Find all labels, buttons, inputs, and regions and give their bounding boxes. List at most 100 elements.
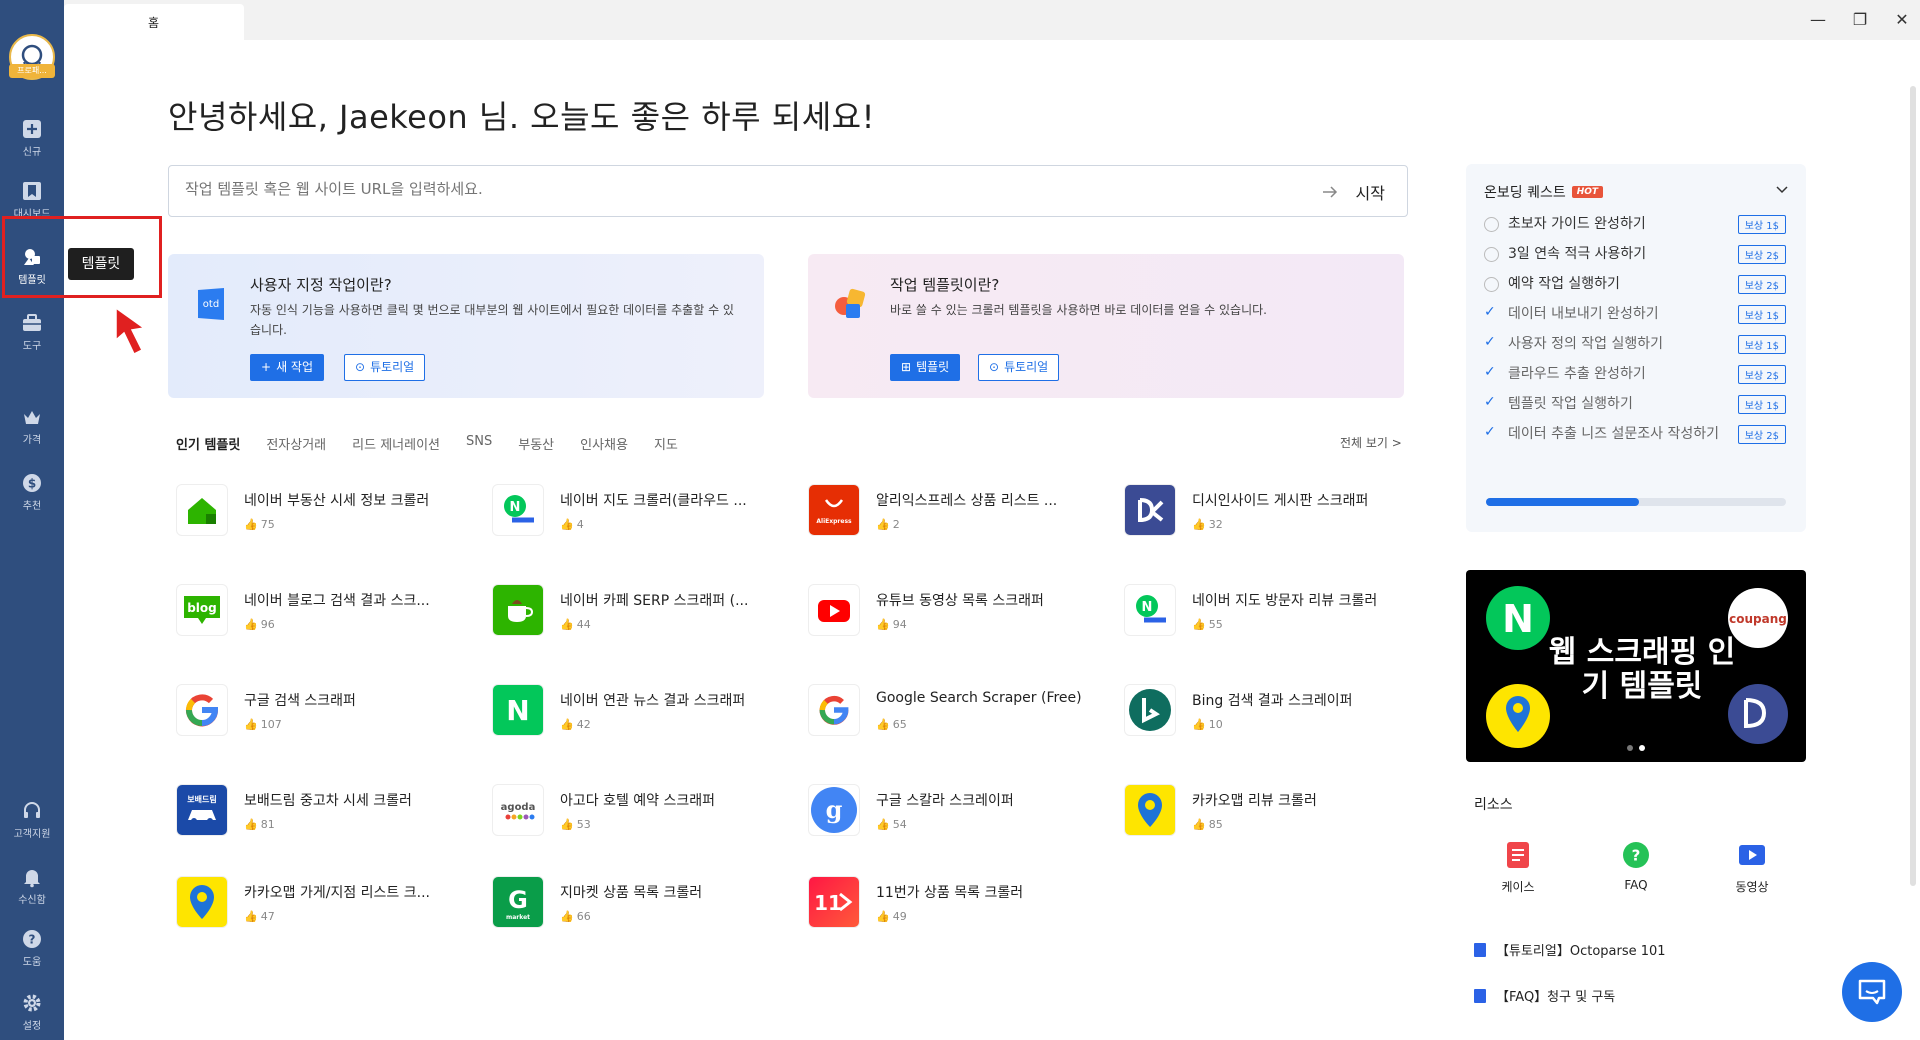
template-item[interactable]: Gmarket 지마켓 상품 목록 크롤러 👍 66 xyxy=(492,876,792,936)
sidebar-item-pricing[interactable]: 가격 xyxy=(0,406,64,446)
sidebar-item-label: 가격 xyxy=(22,435,42,446)
tutorial-button[interactable]: ⊙ 튜토리얼 xyxy=(978,354,1060,381)
promo-banner[interactable]: N coupang 웹 스크래핑 인기 템플릿 xyxy=(1466,570,1806,762)
bing-logo xyxy=(1124,684,1176,736)
play-circle-icon: ⊙ xyxy=(355,360,366,374)
thumbs-up-icon: 👍 xyxy=(876,618,890,631)
sidebar-item-tools[interactable]: 도구 xyxy=(0,312,64,352)
video-icon xyxy=(1739,845,1765,865)
page-title: 안녕하세요, Jaekeon 님. 오늘도 좋은 하루 되세요! xyxy=(168,98,875,136)
quest-item[interactable]: 3일 연속 적극 사용하기 보상 2$ xyxy=(1484,244,1790,266)
sidebar-item-dashboard[interactable]: 대시보드 xyxy=(0,180,64,220)
close-button[interactable]: ✕ xyxy=(1888,8,1916,32)
quest-item[interactable]: ✓ 사용자 정의 작업 실행하기 보상 1$ xyxy=(1484,334,1790,356)
sidebar-item-help[interactable]: ? 도움 xyxy=(0,928,64,968)
resource-videos[interactable]: 동영상 xyxy=(1712,840,1792,895)
chat-launcher-button[interactable] xyxy=(1842,962,1902,1022)
sidebar-item-inbox[interactable]: 수신함 xyxy=(0,866,64,906)
check-icon: ✓ xyxy=(1484,334,1496,350)
template-item[interactable]: N 네이버 지도 방문자 리뷰 크롤러 👍 55 xyxy=(1124,584,1424,644)
template-likes: 👍 47 xyxy=(244,910,275,923)
button-label: 튜토리얼 xyxy=(370,360,415,374)
sidebar-item-new[interactable]: 신규 xyxy=(0,118,64,158)
resource-link[interactable]: 【튜토리얼】Octoparse 101 xyxy=(1474,940,1666,959)
tab-home[interactable]: 홈 xyxy=(64,4,244,40)
restore-button[interactable]: ❐ xyxy=(1846,8,1874,32)
plus-icon: + xyxy=(261,360,272,374)
naver-news-logo: N xyxy=(492,684,544,736)
template-item[interactable]: 디시인사이드 게시판 스크래퍼 👍 32 xyxy=(1124,484,1424,544)
template-item[interactable]: 카카오맵 리뷰 크롤러 👍 85 xyxy=(1124,784,1424,844)
templates-button[interactable]: ⊞ 템플릿 xyxy=(890,354,961,381)
new-task-button[interactable]: + 새 작업 xyxy=(250,354,324,381)
template-item[interactable]: Google Search Scraper (Free) 👍 65 xyxy=(808,684,1108,744)
tab-real-estate[interactable]: 부동산 xyxy=(518,434,554,453)
template-name: 네이버 지도 크롤러(클라우드 ... xyxy=(560,493,747,509)
scrollbar[interactable] xyxy=(1910,86,1916,886)
quest-item[interactable]: ✓ 클라우드 추출 완성하기 보상 2$ xyxy=(1484,364,1790,386)
category-tabs: 인기 템플릿 전자상거래 리드 제너레이션 SNS 부동산 인사채용 지도 xyxy=(176,434,678,453)
template-item[interactable]: 유튜브 동영상 목록 스크래퍼 👍 94 xyxy=(808,584,1108,644)
resource-label: FAQ xyxy=(1624,878,1648,892)
bell-icon xyxy=(24,870,40,888)
reward-badge: 보상 2$ xyxy=(1737,245,1786,264)
tab-sns[interactable]: SNS xyxy=(466,434,492,453)
button-label: 템플릿 xyxy=(916,360,950,374)
template-item[interactable]: N 네이버 지도 크롤러(클라우드 ... 👍 4 xyxy=(492,484,792,544)
template-item[interactable]: Bing 검색 결과 스크레이퍼 👍 10 xyxy=(1124,684,1424,744)
quest-item[interactable]: ✓ 템플릿 작업 실행하기 보상 1$ xyxy=(1484,394,1790,416)
tab-ecommerce[interactable]: 전자상거래 xyxy=(266,434,326,453)
svg-text:G: G xyxy=(508,886,528,914)
svg-text:$: $ xyxy=(28,477,36,491)
toolbox-icon xyxy=(23,314,41,331)
template-item[interactable]: 네이버 카페 SERP 스크래퍼 (... 👍 44 xyxy=(492,584,792,644)
template-likes: 👍 66 xyxy=(560,910,591,923)
template-item[interactable]: 보배드림 보배드림 중고차 시세 크롤러 👍 81 xyxy=(176,784,476,844)
quest-progress-fill xyxy=(1486,498,1639,506)
thumbs-up-icon: 👍 xyxy=(1192,718,1206,731)
see-all-link[interactable]: 전체 보기 > xyxy=(1340,434,1402,451)
template-name: 아고다 호텔 예약 스크래퍼 xyxy=(560,793,716,809)
sidebar-item-settings[interactable]: 설정 xyxy=(0,992,64,1032)
template-item[interactable]: 네이버 부동산 시세 정보 크롤러 👍 75 xyxy=(176,484,476,544)
quest-text: 데이터 내보내기 완성하기 xyxy=(1508,306,1659,322)
quest-item[interactable]: ✓ 데이터 추출 니즈 설문조사 작성하기 보상 2$ xyxy=(1484,424,1790,464)
start-button[interactable]: 시작 xyxy=(1322,180,1385,204)
tab-maps[interactable]: 지도 xyxy=(654,434,678,453)
resource-link[interactable]: 【FAQ】청구 및 구독 xyxy=(1474,986,1615,1005)
template-item[interactable]: blog 네이버 블로그 검색 결과 스크... 👍 96 xyxy=(176,584,476,644)
sidebar-item-label: 신규 xyxy=(22,147,42,158)
tab-recruiting[interactable]: 인사채용 xyxy=(580,434,628,453)
svg-text:g: g xyxy=(826,795,843,824)
sidebar-item-referral[interactable]: $ 추천 xyxy=(0,472,64,512)
template-item[interactable]: AliExpress 알리익스프레스 상품 리스트 ... 👍 2 xyxy=(808,484,1108,544)
quest-item[interactable]: 초보자 가이드 완성하기 보상 1$ xyxy=(1484,214,1790,236)
thumbs-up-icon: 👍 xyxy=(876,910,890,923)
resource-cases[interactable]: 케이스 xyxy=(1478,840,1558,895)
minimize-button[interactable]: — xyxy=(1804,8,1832,32)
youtube-logo xyxy=(808,584,860,636)
template-item[interactable]: g 구글 스칼라 스크레이퍼 👍 54 xyxy=(808,784,1108,844)
tab-popular[interactable]: 인기 템플릿 xyxy=(176,434,240,453)
template-item[interactable]: N 네이버 연관 뉴스 결과 스크래퍼 👍 42 xyxy=(492,684,792,744)
template-likes: 👍 54 xyxy=(876,818,907,831)
search-input[interactable] xyxy=(185,180,1185,198)
quest-progress-bar xyxy=(1486,498,1786,506)
quest-text: 데이터 추출 니즈 설문조사 작성하기 xyxy=(1508,426,1719,442)
google-scholar-logo: g xyxy=(808,784,860,836)
chevron-down-icon[interactable] xyxy=(1776,186,1788,194)
template-likes: 👍 55 xyxy=(1192,618,1223,631)
quest-item[interactable]: 예약 작업 실행하기 보상 2$ xyxy=(1484,274,1790,296)
tab-lead-generation[interactable]: 리드 제너레이션 xyxy=(352,434,440,453)
resource-faq[interactable]: ? FAQ xyxy=(1596,840,1676,892)
quest-item[interactable]: ✓ 데이터 내보내기 완성하기 보상 1$ xyxy=(1484,304,1790,326)
template-item[interactable]: agoda 아고다 호텔 예약 스크래퍼 👍 53 xyxy=(492,784,792,844)
template-item[interactable]: 구글 검색 스크래퍼 👍 107 xyxy=(176,684,476,744)
template-item[interactable]: 11 11번가 상품 목록 크롤러 👍 49 xyxy=(808,876,1108,936)
tutorial-button[interactable]: ⊙ 튜토리얼 xyxy=(344,354,426,381)
card-description: 바로 쓸 수 있는 크롤러 템플릿을 사용하면 바로 데이터를 얻을 수 있습니… xyxy=(890,303,1267,317)
template-item[interactable]: 카카오맵 가게/지점 리스트 크... 👍 47 xyxy=(176,876,476,936)
sidebar-item-support[interactable]: 고객지원 xyxy=(0,800,64,840)
google-logo xyxy=(808,684,860,736)
hot-badge: HOT xyxy=(1571,186,1604,198)
